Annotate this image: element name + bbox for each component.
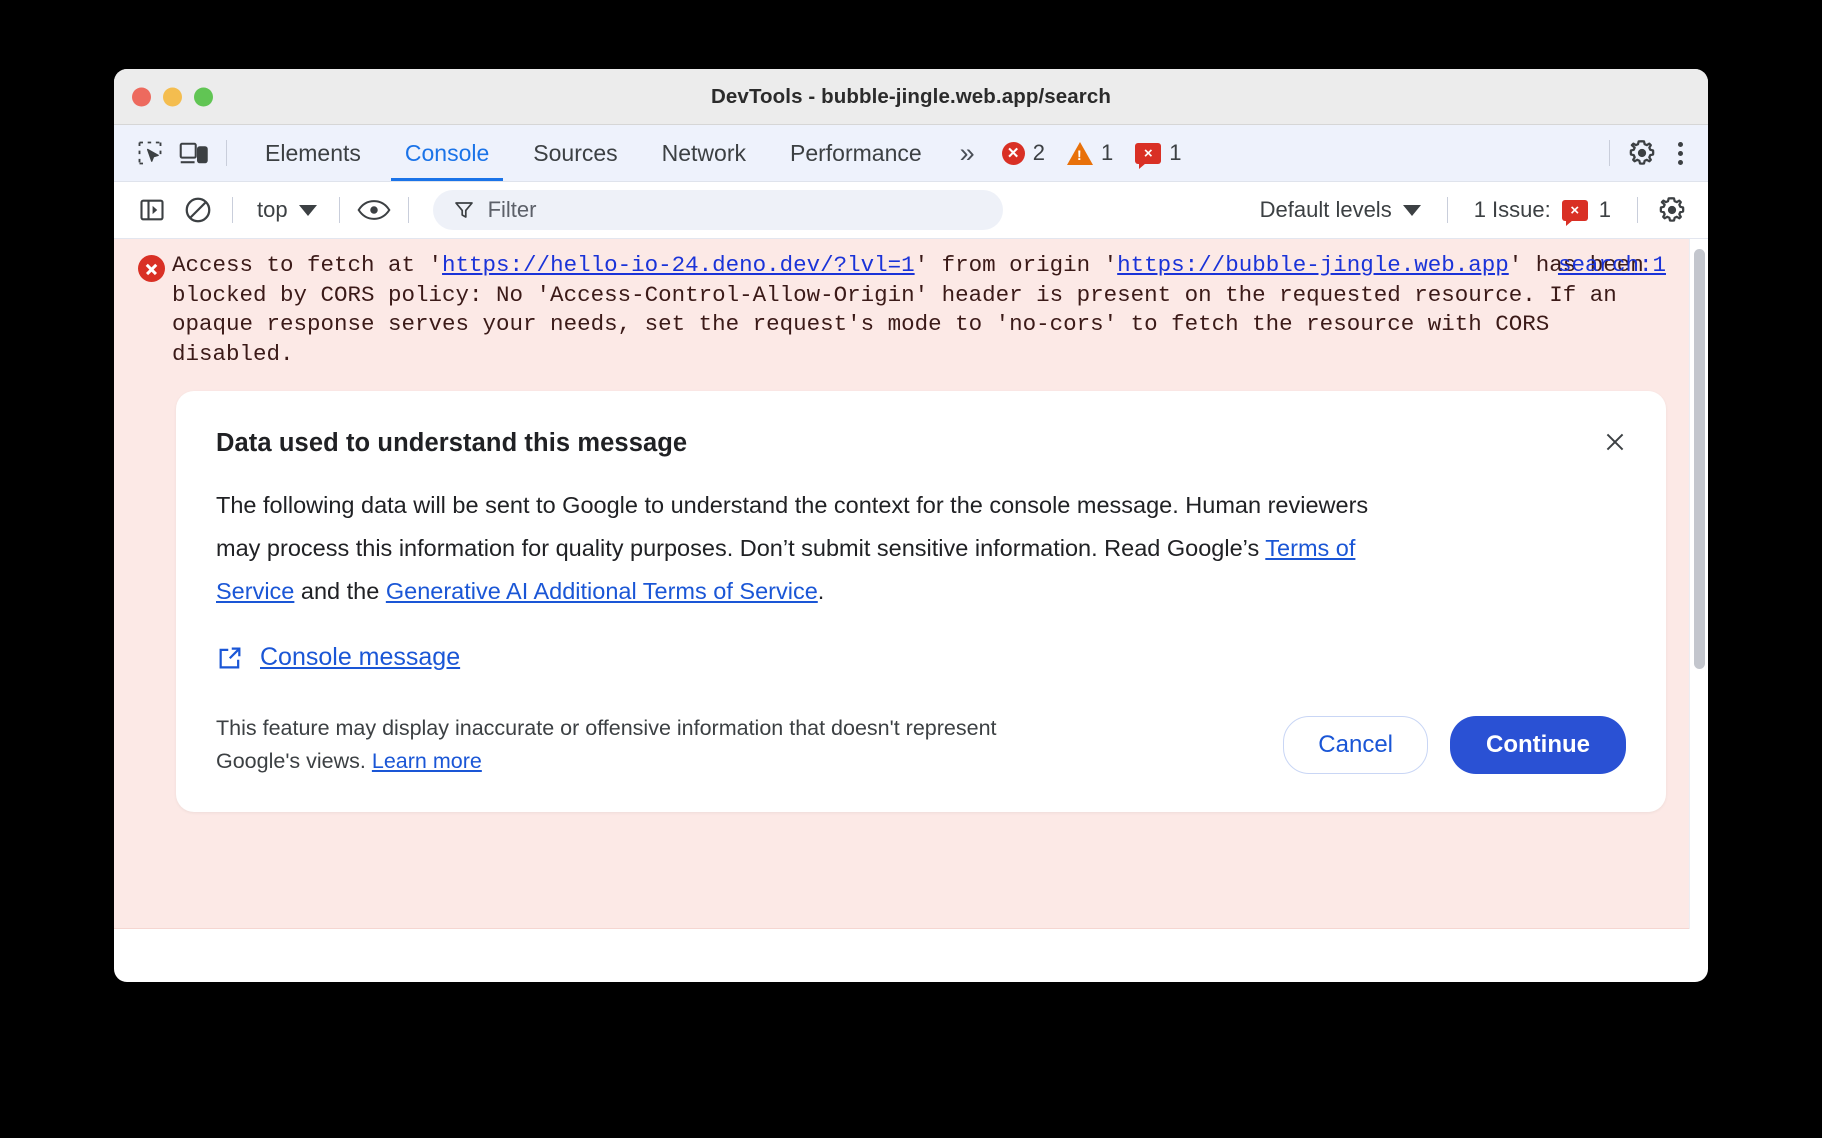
issues-label: 1 Issue: xyxy=(1474,197,1551,223)
consent-dialog-heading: Data used to understand this message xyxy=(216,429,1626,458)
external-link-icon xyxy=(216,644,244,672)
issue-count: 1 xyxy=(1169,140,1181,166)
chevron-down-icon-levels xyxy=(1403,205,1421,216)
window-title: DevTools - bubble-jingle.web.app/search xyxy=(114,85,1708,109)
warning-counter[interactable]: 1 xyxy=(1056,140,1124,166)
consent-dialog-buttons: Cancel Continue xyxy=(1283,716,1626,774)
javascript-context-selector[interactable]: top xyxy=(245,197,327,223)
kebab-menu-icon[interactable] xyxy=(1664,136,1696,170)
inspect-element-icon[interactable] xyxy=(128,133,172,173)
close-icon[interactable] xyxy=(1598,425,1632,459)
console-toolbar: top Filter Default levels 1 Issue: × 1 xyxy=(114,182,1708,239)
issues-indicator[interactable]: 1 Issue: × 1 xyxy=(1460,197,1625,223)
tabbar-divider-right xyxy=(1609,140,1610,166)
console-message-link[interactable]: Console message xyxy=(260,643,460,672)
error-message-text: Access to fetch at 'https://hello-io-24.… xyxy=(172,251,1666,369)
tab-console[interactable]: Console xyxy=(383,125,511,181)
error-text-part2: ' from origin ' xyxy=(915,252,1118,278)
disclaimer-text: This feature may display inaccurate or o… xyxy=(216,716,997,773)
console-scrollbar[interactable] xyxy=(1689,239,1708,929)
more-tabs-icon[interactable]: » xyxy=(944,138,985,169)
error-icon-large xyxy=(138,251,172,369)
gear-icon[interactable] xyxy=(1620,133,1664,173)
tabbar-divider xyxy=(226,140,227,166)
consent-dialog: Data used to understand this message The… xyxy=(176,391,1666,812)
filter-placeholder: Filter xyxy=(488,197,537,223)
consent-dialog-body: The following data will be sent to Googl… xyxy=(216,484,1406,613)
warning-icon xyxy=(1067,142,1093,165)
devtools-window: DevTools - bubble-jingle.web.app/search … xyxy=(114,69,1708,982)
generative-ai-terms-link[interactable]: Generative AI Additional Terms of Servic… xyxy=(386,578,818,604)
live-expression-eye-icon[interactable] xyxy=(352,190,396,230)
levels-label: Default levels xyxy=(1260,197,1392,223)
tab-sources[interactable]: Sources xyxy=(511,125,639,181)
maximize-window-button[interactable] xyxy=(194,87,213,106)
clear-console-icon[interactable] xyxy=(176,190,220,230)
console-toolbar-divider-5 xyxy=(1637,197,1638,223)
devtools-tabs: Elements Console Sources Network Perform… xyxy=(243,125,944,181)
console-scrollbar-thumb[interactable] xyxy=(1694,249,1705,669)
console-message-link-row[interactable]: Console message xyxy=(216,643,1626,672)
consent-disclaimer: This feature may display inaccurate or o… xyxy=(216,712,1076,778)
chevron-down-icon xyxy=(299,205,317,216)
console-toolbar-divider-3 xyxy=(408,197,409,223)
consent-body-part3: . xyxy=(818,578,825,604)
console-toolbar-divider-1 xyxy=(232,197,233,223)
error-source-link[interactable]: search:1 xyxy=(1558,252,1666,278)
log-levels-selector[interactable]: Default levels xyxy=(1246,197,1435,223)
error-message-row: Access to fetch at 'https://hello-io-24.… xyxy=(114,251,1708,369)
learn-more-link[interactable]: Learn more xyxy=(372,749,482,773)
console-message-list: Access to fetch at 'https://hello-io-24.… xyxy=(114,239,1708,929)
origin-url-link[interactable]: https://bubble-jingle.web.app xyxy=(1117,252,1509,278)
console-toolbar-divider-2 xyxy=(339,197,340,223)
filter-input[interactable]: Filter xyxy=(433,190,1003,230)
traffic-lights xyxy=(132,87,213,106)
window-titlebar: DevTools - bubble-jingle.web.app/search xyxy=(114,69,1708,125)
issue-bubble-icon: × xyxy=(1135,143,1161,164)
continue-button[interactable]: Continue xyxy=(1450,716,1626,774)
console-settings-gear-icon[interactable] xyxy=(1650,190,1694,230)
devtools-tabbar: Elements Console Sources Network Perform… xyxy=(114,125,1708,182)
consent-body-part1: The following data will be sent to Googl… xyxy=(216,492,1368,561)
tabbar-right-actions xyxy=(1599,133,1696,173)
filter-icon xyxy=(453,199,475,221)
issue-counter[interactable]: × 1 xyxy=(1124,140,1192,166)
error-counter[interactable]: ✕ 2 xyxy=(991,140,1056,166)
warning-count: 1 xyxy=(1101,140,1113,166)
error-text-part1: Access to fetch at ' xyxy=(172,252,442,278)
error-icon: ✕ xyxy=(1002,142,1025,165)
tab-network[interactable]: Network xyxy=(640,125,768,181)
device-toolbar-icon[interactable] xyxy=(172,133,216,173)
status-counters: ✕ 2 1 × 1 xyxy=(991,140,1193,166)
issues-number: 1 xyxy=(1599,197,1611,223)
minimize-window-button[interactable] xyxy=(163,87,182,106)
console-toolbar-divider-4 xyxy=(1447,197,1448,223)
consent-dialog-footer: This feature may display inaccurate or o… xyxy=(216,712,1626,778)
console-error-message: Access to fetch at 'https://hello-io-24.… xyxy=(114,239,1708,929)
error-count: 2 xyxy=(1033,140,1045,166)
console-sidebar-icon[interactable] xyxy=(130,190,174,230)
fetch-url-link[interactable]: https://hello-io-24.deno.dev/?lvl=1 xyxy=(442,252,915,278)
consent-body-part2: and the xyxy=(294,578,385,604)
context-label: top xyxy=(257,197,288,223)
close-window-button[interactable] xyxy=(132,87,151,106)
issue-bubble-icon-toolbar: × xyxy=(1562,200,1588,221)
tab-elements[interactable]: Elements xyxy=(243,125,383,181)
cancel-button[interactable]: Cancel xyxy=(1283,716,1428,774)
tab-performance[interactable]: Performance xyxy=(768,125,944,181)
